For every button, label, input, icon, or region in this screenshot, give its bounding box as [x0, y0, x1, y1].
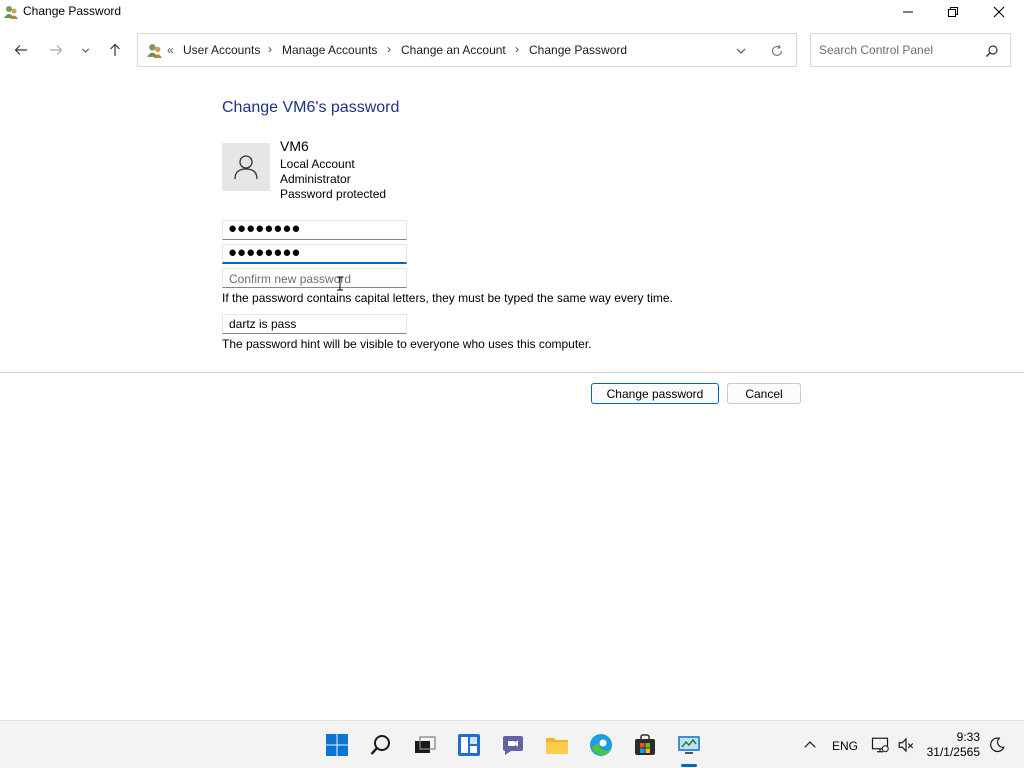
back-button[interactable] — [11, 40, 31, 60]
search-placeholder: Search Control Panel — [819, 43, 934, 57]
widgets-button[interactable] — [457, 733, 481, 757]
user-accounts-icon — [146, 42, 163, 59]
input-language-indicator[interactable]: ENG — [832, 739, 858, 753]
store-bag-icon — [635, 734, 655, 755]
task-view-button[interactable] — [413, 733, 437, 757]
breadcrumb-overflow[interactable]: « — [167, 43, 174, 57]
account-role: Administrator — [280, 172, 351, 186]
control-panel-icon — [678, 736, 700, 754]
address-bar[interactable]: « User Accounts › Manage Accounts › Chan… — [137, 33, 797, 67]
new-password-field[interactable]: ●●●●●●●● — [222, 244, 407, 264]
edge-button[interactable] — [589, 733, 613, 757]
account-name: VM6 — [280, 138, 309, 154]
clock-time: 9:33 — [956, 730, 980, 744]
search-input[interactable]: Search Control Panel — [810, 33, 1011, 67]
arrow-up-icon — [110, 43, 120, 56]
start-button[interactable] — [325, 733, 349, 757]
title-bar: Change Password — [0, 0, 1024, 24]
confirm-password-placeholder: Confirm new password — [229, 272, 352, 286]
taskbar-search-button[interactable] — [369, 733, 393, 757]
control-panel-button[interactable] — [677, 733, 701, 757]
breadcrumb-manage-accounts[interactable]: Manage Accounts — [282, 43, 377, 57]
window-title: Change Password — [23, 4, 122, 18]
focus-assist-button[interactable] — [987, 733, 1007, 757]
cancel-button[interactable]: Cancel — [727, 383, 801, 404]
current-password-field[interactable]: ●●●●●●●● — [222, 220, 407, 240]
close-button[interactable] — [976, 0, 1022, 24]
arrow-left-icon — [14, 45, 27, 55]
breadcrumb-change-an-account[interactable]: Change an Account — [401, 43, 506, 57]
chat-button[interactable] — [501, 733, 525, 757]
chevron-up-icon — [804, 741, 816, 748]
clock-date: 31/1/2565 — [926, 745, 980, 759]
forward-button[interactable] — [46, 40, 66, 60]
clock[interactable]: 9:33 31/1/2565 — [927, 730, 980, 760]
up-button[interactable] — [105, 40, 125, 60]
restore-button[interactable] — [930, 0, 976, 24]
restore-icon — [948, 7, 958, 17]
network-icon — [871, 737, 889, 753]
user-accounts-icon — [3, 4, 19, 20]
task-view-icon — [415, 736, 436, 753]
volume-button[interactable] — [896, 733, 916, 757]
teams-chat-icon — [503, 736, 523, 755]
breadcrumb-separator[interactable]: › — [515, 42, 519, 56]
recent-locations-button[interactable] — [77, 40, 93, 60]
account-status: Password protected — [280, 187, 387, 201]
store-button[interactable] — [633, 733, 657, 757]
breadcrumb-change-password[interactable]: Change Password — [529, 43, 627, 57]
chevron-down-icon — [81, 48, 89, 53]
search-icon — [370, 735, 390, 755]
user-icon — [234, 155, 258, 180]
folder-icon — [546, 738, 568, 754]
moon-icon — [990, 737, 1005, 753]
text-cursor-icon — [336, 276, 344, 291]
hint-visibility-note: The password hint will be visible to eve… — [222, 337, 592, 351]
network-button[interactable] — [870, 733, 890, 757]
edge-browser-icon — [590, 734, 612, 756]
minimize-button[interactable] — [885, 0, 931, 24]
show-hidden-icons-button[interactable] — [800, 733, 820, 757]
windows-logo-icon — [326, 734, 348, 756]
divider — [0, 372, 1024, 373]
volume-muted-icon — [898, 737, 914, 753]
chevron-down-icon — [736, 48, 746, 54]
close-icon — [993, 6, 1005, 18]
search-icon[interactable] — [985, 44, 999, 58]
refresh-icon — [771, 44, 783, 56]
taskbar: ENG 9:33 31/1/2565 — [0, 720, 1024, 768]
widgets-icon — [458, 734, 480, 756]
password-hint-field[interactable]: dartz is pass — [222, 314, 407, 334]
refresh-button[interactable] — [770, 44, 784, 58]
change-password-button[interactable]: Change password — [591, 383, 719, 404]
file-explorer-button[interactable] — [545, 733, 569, 757]
breadcrumb-separator[interactable]: › — [268, 42, 272, 56]
page-title: Change VM6's password — [222, 99, 400, 116]
breadcrumb-separator[interactable]: › — [387, 42, 391, 56]
arrow-right-icon — [50, 45, 63, 55]
avatar — [222, 143, 270, 191]
current-password-value: ●●●●●●●● — [228, 220, 301, 237]
confirm-password-field[interactable]: Confirm new password — [222, 268, 407, 288]
minimize-icon — [903, 11, 913, 13]
breadcrumb-user-accounts[interactable]: User Accounts — [183, 43, 260, 57]
case-sensitivity-note: If the password contains capital letters… — [222, 291, 673, 305]
active-app-indicator — [681, 764, 697, 767]
address-dropdown-button[interactable] — [734, 44, 748, 58]
new-password-value: ●●●●●●●● — [228, 244, 301, 261]
account-type: Local Account — [280, 157, 355, 171]
password-hint-value: dartz is pass — [229, 317, 297, 331]
